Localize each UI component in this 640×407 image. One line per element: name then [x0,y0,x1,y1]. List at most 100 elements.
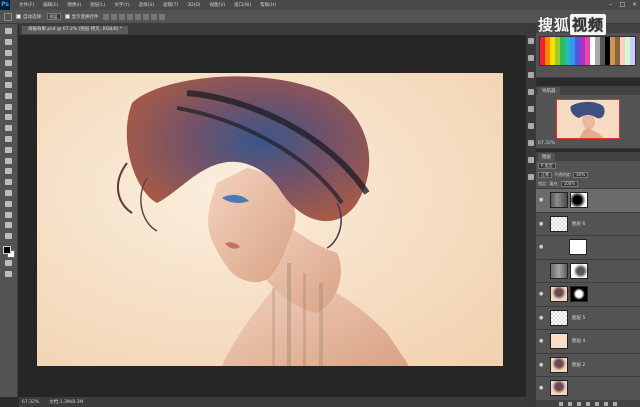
menu-image[interactable]: 图像(I) [67,2,81,8]
info-icon[interactable] [528,72,534,78]
foreground-color-swatch[interactable] [2,245,11,254]
layer-row[interactable]: ● [536,235,640,259]
zoom-tool-icon[interactable] [3,232,14,240]
healing-brush-tool-icon[interactable] [3,92,14,100]
layer-row[interactable]: ● [536,376,640,400]
layer-row[interactable]: ● [536,282,640,306]
character-icon[interactable] [528,106,534,112]
auto-select-checkbox[interactable] [16,14,21,19]
status-zoom[interactable]: 67.32% [22,400,39,405]
eye-icon[interactable]: ● [539,338,545,344]
menu-edit[interactable]: 编辑(E) [43,2,58,8]
layer-name[interactable]: 图层 5 [572,315,585,321]
path-select-tool-icon[interactable] [3,200,14,208]
paragraph-icon[interactable] [528,123,534,129]
layer-name[interactable]: 图层 6 [572,221,585,227]
align-top-icon[interactable] [102,13,109,20]
lasso-tool-icon[interactable] [3,49,14,57]
swatches-grid[interactable] [539,36,636,66]
fill-input[interactable]: 100% [560,180,579,187]
fx-icon[interactable] [568,401,572,406]
adjustment-layer-icon[interactable] [586,401,590,406]
shape-tool-icon[interactable] [3,211,14,219]
eraser-tool-icon[interactable] [3,135,14,143]
auto-select-dropdown[interactable]: 图层 [46,13,61,20]
eye-icon[interactable] [539,268,545,274]
mask-icon[interactable] [577,401,581,406]
eye-icon[interactable]: ● [539,315,545,321]
history-icon[interactable] [528,38,534,44]
menu-view[interactable]: 视图(V) [210,2,226,8]
navigator-thumbnail[interactable] [556,99,620,139]
play-icon[interactable] [528,55,534,61]
crop-tool-icon[interactable] [3,70,14,78]
marquee-tool-icon[interactable] [3,38,14,46]
document-tab[interactable]: 海报效果.psd @ 67.2% (图层 拷贝, RGB/8) * [22,26,129,34]
eye-icon[interactable]: ● [539,221,545,227]
maximize-icon[interactable]: □ [619,1,626,8]
pen-tool-icon[interactable] [3,178,14,186]
menu-select[interactable]: 选择(S) [139,2,154,8]
clone-stamp-tool-icon[interactable] [3,113,14,121]
tab-navigator[interactable]: 导航器 [538,87,560,95]
eye-icon[interactable]: ● [539,362,545,368]
menu-layer[interactable]: 图层(L) [90,2,105,8]
layer-row[interactable]: ● 图层 2 [536,352,640,377]
align-center-icon[interactable] [134,13,141,20]
navigator-zoom[interactable]: 67.32% [536,141,640,146]
quick-mask-icon[interactable] [3,259,14,267]
channels-icon[interactable] [528,174,534,180]
layer-mask-thumbnail[interactable] [570,192,588,209]
align-middle-icon[interactable] [110,13,117,20]
eye-icon[interactable]: ● [539,291,545,297]
blur-tool-icon[interactable] [3,157,14,165]
quick-select-tool-icon[interactable] [3,59,14,67]
new-layer-icon[interactable] [604,401,608,406]
menu-help[interactable]: 帮助(H) [260,2,276,8]
distribute-icon[interactable] [150,13,157,20]
layer-row[interactable]: ● 图层 5 [536,305,640,330]
menu-type[interactable]: 文字(Y) [114,2,129,8]
brush-tool-icon[interactable] [3,103,14,111]
hand-tool-icon[interactable] [3,221,14,229]
layer-mask-thumbnail[interactable] [570,286,588,303]
layer-mask-thumbnail[interactable] [569,239,587,256]
menu-filter[interactable]: 滤镜(T) [163,2,178,8]
tab-layers[interactable]: 图层 [538,153,555,161]
show-transform-checkbox[interactable] [64,14,70,19]
layer-row[interactable]: ● 图层 4 [536,329,640,353]
menu-3d[interactable]: 3D(D) [187,3,200,8]
blend-mode-dropdown[interactable]: 正常 [538,171,552,178]
link-icon[interactable] [559,401,563,406]
history-brush-tool-icon[interactable] [3,124,14,132]
layer-row[interactable]: ● [536,188,640,212]
close-icon[interactable]: × [631,1,638,8]
layer-row[interactable] [536,258,640,283]
align-right-icon[interactable] [142,13,149,20]
menu-file[interactable]: 文件(F) [19,2,34,8]
type-tool-icon[interactable] [3,189,14,197]
eye-icon[interactable]: ● [539,197,545,203]
gradient-tool-icon[interactable] [3,146,14,154]
layer-name[interactable]: 图层 4 [572,338,585,344]
move-tool-icon[interactable] [4,12,12,21]
opacity-input[interactable]: 60% [573,171,589,178]
layer-name[interactable]: 图层 2 [572,362,585,368]
trash-icon[interactable] [613,401,617,406]
align-left-icon[interactable] [126,13,133,20]
canvas[interactable] [37,73,503,366]
layer-row[interactable]: ● 图层 6 [536,211,640,236]
align-bottom-icon[interactable] [118,13,125,20]
layer-kind-filter[interactable]: P 类型 [538,162,556,169]
brush-presets-icon[interactable] [528,89,534,95]
eye-icon[interactable]: ● [539,244,545,250]
menu-window[interactable]: 窗口(W) [234,2,251,8]
distribute-horizontal-icon[interactable] [158,13,165,20]
move-tool-icon[interactable] [3,27,14,35]
properties-icon[interactable] [528,140,534,146]
dodge-tool-icon[interactable] [3,167,14,175]
eye-icon[interactable]: ● [539,385,545,391]
minimize-icon[interactable]: – [607,1,614,8]
screen-mode-icon[interactable] [3,270,14,278]
adjustments-icon[interactable] [528,157,534,163]
